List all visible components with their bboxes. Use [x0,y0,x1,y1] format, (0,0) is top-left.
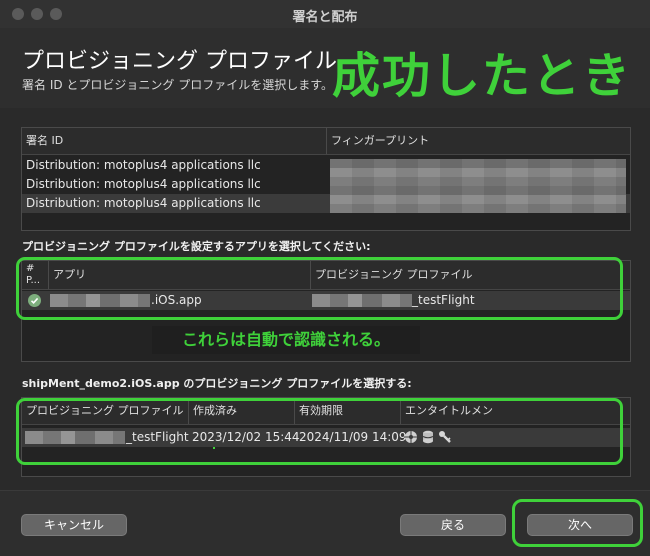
profile-section-label: shipMent_demo2.iOS.app のプロビジョニング プロファイルを… [22,377,412,390]
back-button[interactable]: 戻る [400,514,506,536]
signing-identity-table: 署名 ID フィンガープリント Distribution: motoplus4 … [21,127,631,231]
next-highlight-box [512,499,643,547]
signing-id-cell: Distribution: motoplus4 applications llc [26,158,261,172]
column-fingerprint[interactable]: フィンガープリント [326,128,631,154]
page-title: プロビジョニング プロファイル [22,49,337,74]
signing-id-cell: Distribution: motoplus4 applications llc [26,177,261,191]
annotation-dot [213,447,215,449]
page-subtitle: 署名 ID とプロビジョニング プロファイルを選択します。 [22,78,334,92]
window-title: 署名と配布 [292,10,358,25]
app-highlight-box [16,257,623,320]
app-section-label: プロビジョニング プロファイルを設定するアプリを選択してください: [22,240,371,253]
profile-highlight-box [16,398,623,465]
column-signing-id[interactable]: 署名 ID [22,128,326,154]
header: プロビジョニング プロファイル 署名 ID とプロビジョニング プロファイルを選… [0,28,650,108]
auto-detect-annotation: これらは自動で認識される。 [152,326,420,354]
table-header: 署名 ID フィンガープリント [22,128,630,155]
success-annotation: 成功したとき [332,48,633,104]
cancel-button[interactable]: キャンセル [21,514,127,536]
signing-id-cell: Distribution: motoplus4 applications llc [26,196,261,210]
fingerprint-redacted [330,159,626,213]
title-bar: 署名と配布 [0,0,650,29]
